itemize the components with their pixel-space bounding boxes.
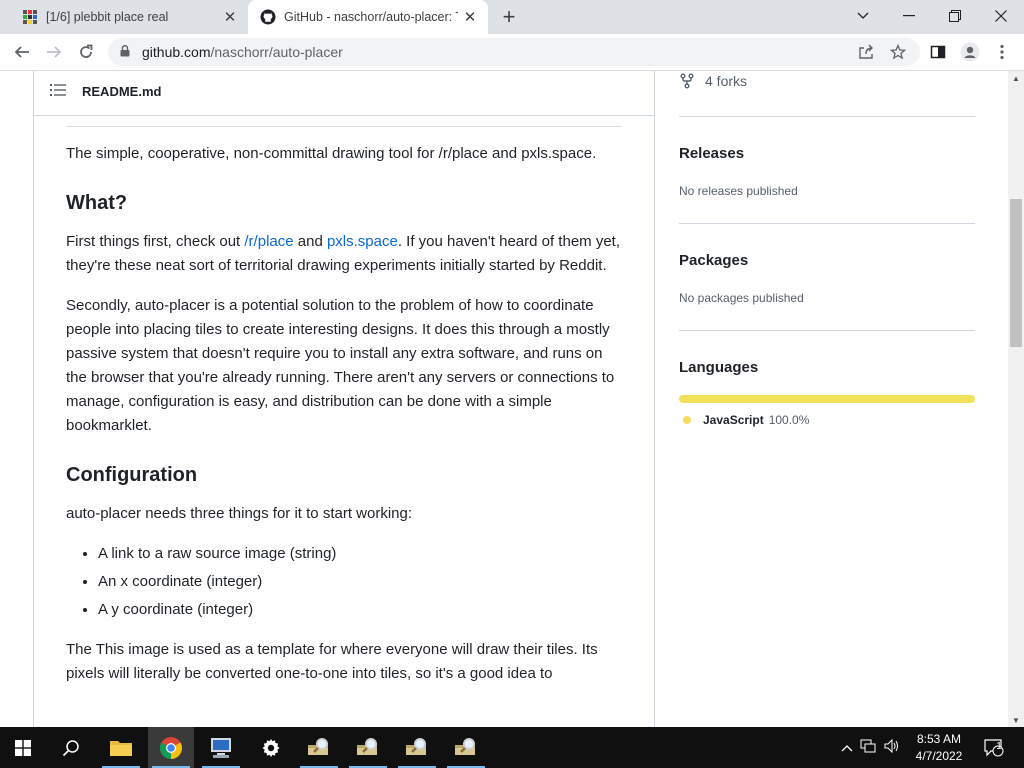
scroll-thumb[interactable]: [1010, 199, 1022, 347]
share-icon[interactable]: [854, 40, 878, 64]
list-item: A y coordinate (integer): [98, 598, 626, 622]
forward-icon[interactable]: [40, 38, 68, 66]
file-explorer-button[interactable]: [98, 727, 144, 768]
what-paragraph-1: First things first, check out /r/place a…: [66, 230, 626, 278]
what-paragraph-2: Secondly, auto-placer is a potential sol…: [66, 297, 615, 434]
packages-text: No packages published: [679, 291, 804, 305]
text: First things first, check out: [66, 233, 245, 250]
tab-plebbit[interactable]: [1/6] plebbit place real ✕: [8, 0, 248, 34]
new-tab-icon[interactable]: +: [496, 4, 522, 29]
language-name: JavaScript: [703, 413, 764, 427]
browser-menu-icon[interactable]: [990, 40, 1014, 64]
app-taskbar-button[interactable]: [296, 727, 342, 768]
github-favicon-icon: [260, 9, 276, 25]
minimize-icon[interactable]: [886, 0, 932, 32]
readme-header: README.md: [34, 71, 654, 116]
settings-button[interactable]: [248, 727, 294, 768]
divider: [66, 126, 622, 127]
releases-heading[interactable]: Releases: [679, 145, 744, 162]
clock-time: 8:53 AM: [916, 732, 962, 746]
address-bar[interactable]: github.com/naschorr/auto-placer: [108, 38, 920, 66]
notification-center-button[interactable]: 1: [982, 727, 1006, 768]
chevron-up-icon[interactable]: [838, 741, 856, 755]
configuration-intro: auto-placer needs three things for it to…: [66, 505, 413, 522]
windows-taskbar: 8:53 AM 4/7/2022 1: [0, 727, 1024, 768]
list-item: A link to a raw source image (string): [98, 542, 626, 566]
magnifier-app-icon: [357, 737, 377, 755]
search-icon: [62, 739, 79, 756]
close-tab-icon[interactable]: ✕: [218, 5, 242, 29]
divider: [679, 223, 975, 224]
outline-list-icon[interactable]: [50, 83, 66, 97]
back-icon[interactable]: [8, 38, 36, 66]
folder-icon: [110, 740, 132, 756]
computer-icon: [211, 737, 231, 758]
gear-icon: [262, 738, 280, 757]
readme-body: The simple, cooperative, non-committal d…: [66, 142, 626, 702]
clock[interactable]: 8:53 AM 4/7/2022: [900, 731, 978, 765]
tab-title: GitHub - naschorr/auto-placer: Th: [284, 10, 458, 24]
readme-filename[interactable]: README.md: [82, 84, 161, 99]
text: and: [293, 233, 327, 250]
tab-title: [1/6] plebbit place real: [46, 10, 169, 24]
side-panel-icon[interactable]: [926, 40, 950, 64]
plebbit-favicon-icon: [23, 10, 37, 24]
list-item: An x coordinate (integer): [98, 570, 626, 594]
remote-desktop-button[interactable]: [198, 727, 244, 768]
what-heading: What?: [66, 192, 128, 214]
divider: [679, 330, 975, 331]
network-icon[interactable]: [856, 739, 880, 756]
intro-paragraph: The simple, cooperative, non-committal d…: [66, 145, 597, 162]
tab-strip: [1/6] plebbit place real ✕ GitHub - nasc…: [0, 0, 1024, 34]
page-scrollbar[interactable]: ▲ ▼: [1008, 71, 1024, 727]
packages-heading[interactable]: Packages: [679, 252, 748, 269]
clock-date: 4/7/2022: [915, 749, 963, 763]
chrome-taskbar-button[interactable]: [148, 727, 194, 768]
forks-link[interactable]: 4 forks: [679, 73, 747, 89]
scroll-down-arrow-icon[interactable]: ▼: [1008, 713, 1024, 727]
languages-heading: Languages: [679, 359, 759, 376]
reload-icon[interactable]: [72, 38, 100, 66]
notification-count: 1: [996, 741, 1002, 752]
app-taskbar-button[interactable]: [345, 727, 391, 768]
profile-avatar-icon[interactable]: [958, 40, 982, 64]
language-color-dot: [683, 416, 691, 424]
page-content: README.md The simple, cooperative, non-c…: [0, 71, 1008, 727]
configuration-paragraph: The This image is used as a template for…: [66, 641, 598, 682]
language-item[interactable]: JavaScript 100.0%: [683, 413, 809, 427]
configuration-heading: Configuration: [66, 464, 198, 486]
close-window-icon[interactable]: [978, 0, 1024, 32]
magnifier-app-icon: [308, 737, 328, 755]
magnifier-app-icon: [455, 737, 475, 755]
lock-icon: [120, 44, 134, 60]
forks-count: 4 forks: [705, 73, 748, 89]
start-button[interactable]: [0, 727, 46, 768]
fork-icon: [680, 73, 694, 89]
search-button[interactable]: [48, 727, 94, 768]
language-bar: [679, 395, 975, 403]
r-place-link[interactable]: /r/place: [244, 233, 293, 250]
magnifier-app-icon: [406, 737, 426, 755]
restore-icon[interactable]: [932, 0, 978, 32]
scroll-up-arrow-icon[interactable]: ▲: [1008, 71, 1024, 85]
close-tab-icon[interactable]: ✕: [458, 5, 482, 29]
app-taskbar-button[interactable]: [394, 727, 440, 768]
pxls-space-link[interactable]: pxls.space: [327, 233, 398, 250]
windows-logo-icon: [15, 739, 31, 756]
readme-panel: README.md The simple, cooperative, non-c…: [33, 71, 655, 727]
system-tray: [838, 727, 904, 768]
app-taskbar-button[interactable]: [443, 727, 489, 768]
tab-search-icon[interactable]: [840, 0, 886, 32]
releases-text: No releases published: [679, 184, 798, 198]
configuration-list: A link to a raw source image (string) An…: [66, 542, 626, 622]
bookmark-star-icon[interactable]: [886, 40, 910, 64]
chrome-icon: [160, 736, 182, 759]
tab-github[interactable]: GitHub - naschorr/auto-placer: Th ✕: [248, 0, 488, 34]
language-percent: 100.0%: [768, 413, 810, 427]
divider: [679, 116, 975, 117]
browser-toolbar: github.com/naschorr/auto-placer: [0, 34, 1024, 71]
url-host: github.com: [142, 44, 211, 60]
url-path: /naschorr/auto-placer: [210, 44, 343, 60]
